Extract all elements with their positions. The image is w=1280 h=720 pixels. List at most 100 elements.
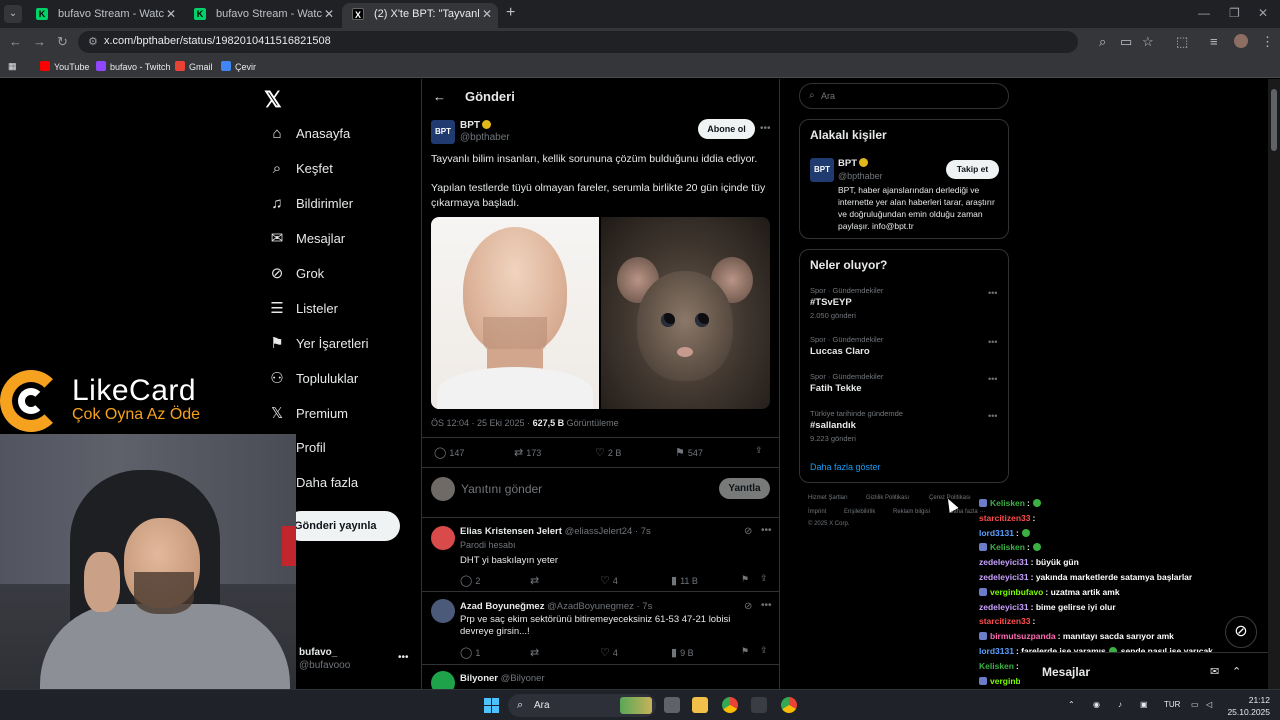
nav-item-mail[interactable]: ✉ Mesajlar bbox=[266, 223, 345, 253]
account-more-icon[interactable]: ••• bbox=[398, 652, 409, 663]
obs-icon[interactable] bbox=[751, 697, 767, 713]
reload-icon[interactable]: ↻ bbox=[57, 34, 68, 50]
x-logo-icon[interactable]: 𝕏 bbox=[264, 87, 282, 113]
nav-item-more[interactable]: Daha fazla bbox=[296, 467, 358, 497]
share-icon[interactable]: ⇪ bbox=[760, 645, 768, 656]
related-avatar[interactable]: BPT bbox=[810, 158, 834, 182]
tray-app-icon[interactable]: ◉ bbox=[1093, 700, 1100, 709]
trend-more-icon[interactable]: ••• bbox=[988, 411, 997, 421]
reply-button[interactable]: Yanıtla bbox=[719, 478, 770, 499]
close-tab-icon[interactable]: ✕ bbox=[482, 3, 492, 25]
new-message-icon[interactable]: ✉ bbox=[1210, 665, 1219, 678]
more-options-icon[interactable]: ••• bbox=[760, 123, 771, 134]
reply-author[interactable]: Bilyoner @Bilyoner bbox=[460, 673, 545, 684]
nav-item-bookmark[interactable]: ⚑ Yer İşaretleri bbox=[266, 328, 368, 358]
subscribe-button[interactable]: Abone ol bbox=[698, 119, 755, 139]
footer-link[interactable]: Hizmet Şartları bbox=[808, 495, 848, 501]
expand-drawer-icon[interactable]: ⌃ bbox=[1232, 665, 1241, 678]
search-box[interactable]: ⌕ Ara bbox=[799, 83, 1009, 109]
footer-link[interactable]: © 2025 X Corp. bbox=[808, 521, 849, 527]
network-icon[interactable]: ▭ bbox=[1191, 700, 1199, 709]
trend-name[interactable]: #TSvEYP bbox=[810, 297, 852, 308]
nav-item-list[interactable]: ☰ Listeler bbox=[266, 293, 338, 323]
page-scrollbar[interactable] bbox=[1268, 79, 1280, 689]
task-view-icon[interactable] bbox=[664, 697, 680, 713]
media-icon[interactable]: ≡ bbox=[1210, 34, 1218, 49]
browser-tab[interactable]: K bufavo Stream - Watch Live on ✕ bbox=[184, 3, 340, 28]
chrome-icon[interactable] bbox=[722, 697, 738, 713]
chrome-icon[interactable] bbox=[781, 697, 797, 713]
microphone-icon[interactable]: ♪ bbox=[1118, 700, 1122, 709]
back-arrow-icon[interactable]: ← bbox=[433, 89, 446, 104]
trend-name[interactable]: Luccas Claro bbox=[810, 346, 870, 357]
windows-start-icon[interactable] bbox=[484, 698, 499, 713]
post-button[interactable]: Gönderi yayınla bbox=[286, 511, 400, 541]
close-tab-icon[interactable]: ✕ bbox=[324, 3, 334, 25]
bookmark-action[interactable]: ⚑ 547 bbox=[675, 446, 703, 459]
volume-icon[interactable]: ◁ bbox=[1206, 700, 1212, 709]
footer-link[interactable]: Erişilebilirlik bbox=[844, 509, 875, 515]
reply-avatar[interactable] bbox=[431, 526, 455, 550]
taskbar-search[interactable]: ⌕ Ara bbox=[508, 694, 656, 717]
trend-more-icon[interactable]: ••• bbox=[988, 374, 997, 384]
grok-explain-icon[interactable]: ⊘ bbox=[744, 526, 752, 537]
share-icon[interactable]: ⇪ bbox=[760, 573, 768, 584]
views-action[interactable]: ▮ 11 B bbox=[671, 574, 698, 587]
bookmark-icon[interactable]: ⚑ bbox=[741, 646, 749, 657]
profile-avatar[interactable] bbox=[1234, 34, 1248, 48]
share-icon[interactable]: ⇪ bbox=[755, 445, 763, 456]
more-options-icon[interactable]: ••• bbox=[761, 525, 772, 536]
more-options-icon[interactable]: ••• bbox=[761, 600, 772, 611]
new-tab-button[interactable]: + bbox=[506, 4, 515, 22]
grok-explain-icon[interactable]: ⊘ bbox=[744, 601, 752, 612]
footer-link[interactable]: İmprint bbox=[808, 509, 826, 515]
retweet-action[interactable]: ⇄ bbox=[530, 646, 542, 659]
like-action[interactable]: ♡ 2 B bbox=[595, 446, 621, 459]
reply-action[interactable]: ◯ 2 bbox=[460, 574, 480, 587]
restore-icon[interactable]: ❐ bbox=[1229, 6, 1240, 20]
retweet-action[interactable]: ⇄ bbox=[530, 574, 542, 587]
star-icon[interactable]: ☆ bbox=[1142, 34, 1154, 50]
nav-item-grok[interactable]: ⊘ Grok bbox=[266, 258, 324, 288]
menu-icon[interactable]: ⋮ bbox=[1261, 34, 1274, 50]
account-name[interactable]: bufavo_ bbox=[299, 647, 337, 658]
address-bar[interactable]: ⚙ x.com/bpthaber/status/1982010411516821… bbox=[78, 31, 1078, 53]
browser-tab[interactable]: K bufavo Stream - Watch Live on ✕ bbox=[26, 3, 182, 28]
reply-author[interactable]: Elias Kristensen Jelert @eliassJelert24 … bbox=[460, 526, 651, 537]
file-explorer-icon[interactable] bbox=[692, 697, 708, 713]
bookmark-translate[interactable]: Çevir bbox=[221, 61, 256, 72]
reply-action[interactable]: ◯ 147 bbox=[434, 446, 464, 459]
rat-image[interactable] bbox=[601, 217, 770, 409]
apps-grid-icon[interactable]: ▦ bbox=[8, 61, 17, 72]
views-action[interactable]: ▮ 9 B bbox=[671, 646, 694, 659]
tab-search-button[interactable]: ⌄ bbox=[4, 5, 22, 23]
nav-item-bell[interactable]: ♫ Bildirimler bbox=[266, 188, 353, 218]
tweet-timestamp[interactable]: ÖS 12:04 · 25 Eki 2025 · bbox=[431, 418, 530, 428]
nav-item-search[interactable]: ⌕ Keşfet bbox=[266, 153, 333, 183]
reply-avatar[interactable] bbox=[431, 671, 455, 689]
reply-author[interactable]: Azad Boyuneğmez @AzadBoyunegmez · 7s bbox=[460, 601, 652, 612]
follow-button[interactable]: Takip et bbox=[946, 160, 999, 179]
trend-name[interactable]: #sallandık bbox=[810, 420, 856, 431]
language-indicator[interactable]: TUR bbox=[1164, 700, 1180, 709]
bookmark-icon[interactable]: ⚑ bbox=[741, 574, 749, 585]
back-icon[interactable]: ← bbox=[9, 34, 22, 49]
cast-icon[interactable]: ▭ bbox=[1120, 34, 1132, 50]
system-clock[interactable]: 21:12 25.10.2025 bbox=[1218, 694, 1270, 718]
scrollbar-thumb[interactable] bbox=[1271, 89, 1277, 151]
grok-float-button[interactable]: ⊘ bbox=[1225, 616, 1257, 648]
zoom-icon[interactable]: ⌕ bbox=[1099, 34, 1106, 50]
trend-name[interactable]: Fatih Tekke bbox=[810, 383, 862, 394]
trend-more-icon[interactable]: ••• bbox=[988, 337, 997, 347]
messages-drawer[interactable]: Mesajlar ✉ ⌃ bbox=[1020, 652, 1268, 689]
like-action[interactable]: ♡ 4 bbox=[600, 574, 618, 587]
retweet-action[interactable]: ⇄ 173 bbox=[514, 446, 541, 459]
nav-item-profile[interactable]: Profil bbox=[296, 432, 326, 462]
extensions-icon[interactable]: ⬚ bbox=[1176, 34, 1188, 50]
minimize-icon[interactable]: — bbox=[1198, 6, 1210, 20]
footer-link[interactable]: Reklam bilgisi bbox=[893, 509, 930, 515]
forward-icon[interactable]: → bbox=[33, 34, 46, 49]
close-tab-icon[interactable]: ✕ bbox=[166, 3, 176, 25]
show-more-link[interactable]: Daha fazla göster bbox=[810, 462, 881, 472]
nav-item-home[interactable]: ⌂ Anasayfa bbox=[266, 118, 350, 148]
